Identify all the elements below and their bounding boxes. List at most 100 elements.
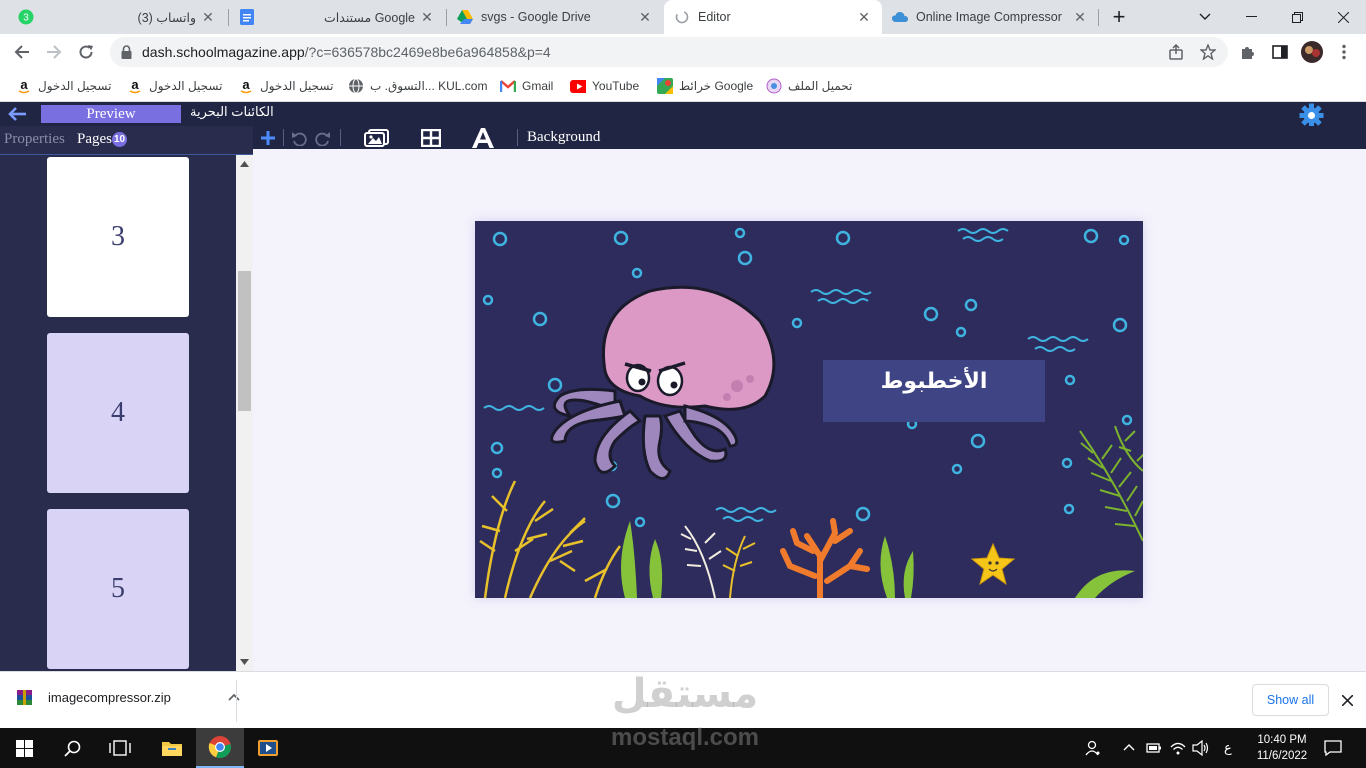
profile-avatar[interactable] (1298, 38, 1326, 66)
file-explorer-button[interactable] (148, 728, 196, 768)
tab-google-drive[interactable]: svgs - Google Drive ✕ (447, 0, 663, 34)
tab-search-button[interactable] (1182, 0, 1228, 34)
preview-button[interactable]: Preview (41, 105, 181, 123)
volume-icon[interactable] (1192, 740, 1210, 756)
close-icon[interactable] (1342, 695, 1353, 706)
svg-text:a: a (131, 78, 139, 92)
page-thumbnail[interactable]: 4 (47, 333, 189, 493)
search-button[interactable] (48, 728, 96, 768)
add-button[interactable] (258, 126, 278, 149)
bookmark-google-maps[interactable]: خرائط Google (657, 76, 753, 96)
chevron-up-icon[interactable] (228, 693, 240, 701)
chrome-taskbar-button[interactable] (196, 728, 244, 768)
google-drive-icon (457, 9, 473, 25)
back-button[interactable] (8, 38, 36, 66)
redo-button[interactable] (313, 126, 333, 149)
svg-text:a: a (20, 78, 28, 92)
menu-button[interactable] (1330, 38, 1358, 66)
back-arrow-icon[interactable] (7, 106, 27, 122)
address-bar[interactable]: dash.schoolmagazine.app/?c=636578bc2469e… (110, 37, 1228, 67)
watermark-arabic: مستقل (611, 672, 759, 716)
plus-icon (261, 130, 275, 145)
text-button[interactable] (471, 126, 495, 149)
chevron-up-icon[interactable] (1123, 743, 1135, 751)
text-icon (472, 127, 494, 148)
close-icon[interactable]: ✕ (1072, 9, 1088, 26)
tab-whatsapp[interactable]: 3 (3) واتساب ✕ (8, 0, 226, 34)
settings-gear-icon[interactable] (1299, 103, 1324, 128)
whatsapp-icon: 3 (18, 9, 34, 25)
minimize-button[interactable] (1228, 0, 1274, 34)
share-icon[interactable] (1168, 44, 1184, 60)
background-button[interactable]: Background (527, 126, 609, 149)
sidebar-scrollbar[interactable] (236, 155, 253, 671)
scrollbar-thumb[interactable] (238, 271, 251, 411)
bookmark-gmail[interactable]: Gmail (500, 76, 553, 96)
bookmark-amazon-login[interactable]: a تسجيل الدخول (127, 76, 222, 96)
redo-icon (315, 131, 330, 146)
task-view-button[interactable] (96, 728, 144, 768)
scroll-down-icon[interactable] (240, 659, 249, 665)
amazon-icon: a (238, 78, 254, 94)
wifi-icon[interactable] (1170, 741, 1186, 755)
toolbar-divider (283, 129, 284, 146)
restore-button[interactable] (1274, 0, 1320, 34)
forward-button[interactable] (40, 38, 68, 66)
download-filename: imagecompressor.zip (48, 689, 171, 705)
tab-editor[interactable]: Editor ✕ (664, 0, 882, 34)
side-panel-button[interactable] (1266, 38, 1294, 66)
notifications-icon[interactable] (1324, 740, 1342, 756)
page-number: 5 (111, 573, 125, 604)
input-language-indicator[interactable]: ع (1224, 740, 1232, 756)
grid-icon (421, 128, 441, 147)
page-thumbnail[interactable]: 3 (47, 157, 189, 317)
pages-count-badge: 10 (112, 132, 127, 147)
slide-page[interactable]: الأخطبوط (475, 221, 1143, 598)
slide-title-textbox[interactable]: الأخطبوط (823, 360, 1045, 422)
reload-button[interactable] (72, 38, 100, 66)
tab-properties[interactable]: Properties (4, 131, 65, 148)
new-tab-button[interactable]: + (1096, 0, 1142, 34)
sidebar-tabs: Properties Pages 10 (0, 126, 253, 155)
pages-sidebar: Properties Pages 10 3 4 5 (0, 126, 253, 671)
close-window-button[interactable] (1320, 0, 1366, 34)
page-thumbnail[interactable]: 5 (47, 509, 189, 669)
show-all-downloads-button[interactable]: Show all (1252, 684, 1329, 716)
google-docs-icon (239, 9, 255, 25)
download-item[interactable]: imagecompressor.zip (16, 688, 240, 706)
browser-toolbar: dash.schoolmagazine.app/?c=636578bc2469e… (0, 34, 1366, 70)
tab-google-docs[interactable]: مستندات Google ✕ (229, 0, 445, 34)
clock-time: 10:40 PM (1257, 734, 1307, 746)
close-icon[interactable]: ✕ (856, 9, 872, 26)
people-icon[interactable] (1085, 740, 1101, 756)
extensions-button[interactable] (1234, 38, 1262, 66)
video-player-icon (258, 740, 278, 756)
star-icon[interactable] (1200, 44, 1216, 60)
battery-icon[interactable] (1146, 741, 1162, 755)
tab-image-compressor[interactable]: Online Image Compressor ✕ (882, 0, 1098, 34)
close-icon[interactable]: ✕ (419, 9, 435, 26)
toolbar-divider (517, 129, 518, 146)
bookmark-amazon-login[interactable]: a تسجيل الدخول (238, 76, 333, 96)
divider (236, 680, 237, 722)
bookmark-youtube[interactable]: YouTube (570, 76, 639, 96)
close-icon[interactable]: ✕ (637, 9, 653, 26)
media-app-button[interactable] (244, 728, 292, 768)
tab-pages[interactable]: Pages 10 (77, 131, 127, 148)
youtube-icon (570, 78, 586, 94)
svg-text:3: 3 (23, 13, 29, 24)
close-icon[interactable]: ✕ (200, 9, 216, 26)
bookmark-amazon-login[interactable]: a تسجيل الدخول (16, 76, 111, 96)
project-title: الكائنات البحرية (190, 104, 274, 119)
undo-button[interactable] (289, 126, 309, 149)
tab-title: Editor (698, 10, 731, 24)
images-button[interactable] (363, 126, 391, 149)
scroll-up-icon[interactable] (240, 161, 249, 167)
bookmark-kul[interactable]: التسوق. ب... KUL.com (348, 76, 487, 96)
upload-icon (766, 78, 782, 94)
start-button[interactable] (0, 728, 48, 768)
layout-grid-button[interactable] (419, 126, 443, 149)
arrow-right-icon (47, 45, 62, 59)
clock[interactable]: 10:40 PM 11/6/2022 (1250, 732, 1314, 764)
bookmark-upload[interactable]: تحميل الملف (766, 76, 852, 96)
